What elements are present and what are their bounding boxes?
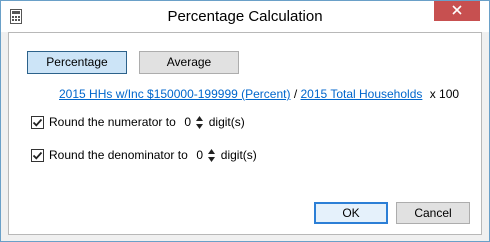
multiplier-label: x 100 <box>429 87 460 101</box>
spin-up-icon[interactable] <box>195 115 203 121</box>
round-denominator-label: Round the denominator to <box>49 148 188 162</box>
round-numerator-label: Round the numerator to <box>49 115 176 129</box>
close-icon <box>452 4 462 18</box>
percentage-calculation-dialog: Percentage Calculation Percentage Averag… <box>0 0 490 242</box>
round-numerator-value[interactable]: 0 <box>183 113 193 131</box>
round-numerator-spinner[interactable] <box>195 115 203 129</box>
round-denominator-value[interactable]: 0 <box>195 146 205 164</box>
tab-average[interactable]: Average <box>139 51 239 74</box>
close-button[interactable] <box>434 1 480 21</box>
round-denominator-suffix: digit(s) <box>220 148 257 162</box>
checkmark-icon <box>32 151 43 160</box>
ok-button[interactable]: OK <box>314 202 388 224</box>
formula-expression: 2015 HHs w/Inc $150000-199999 (Percent) … <box>59 86 459 102</box>
round-denominator-checkbox[interactable] <box>31 148 44 162</box>
tab-percentage[interactable]: Percentage <box>27 51 127 74</box>
spin-up-icon[interactable] <box>207 148 215 154</box>
denominator-link[interactable]: 2015 Total Households <box>301 87 423 101</box>
round-numerator-suffix: digit(s) <box>208 115 245 129</box>
round-denominator-row: Round the denominator to 0 digit(s) <box>31 146 257 164</box>
round-numerator-checkbox[interactable] <box>31 115 44 129</box>
dialog-body: Percentage Average 2015 HHs w/Inc $15000… <box>8 32 482 235</box>
window-title: Percentage Calculation <box>167 8 323 25</box>
cancel-button[interactable]: Cancel <box>396 202 470 224</box>
checkmark-icon <box>32 118 43 127</box>
numerator-link[interactable]: 2015 HHs w/Inc $150000-199999 (Percent) <box>59 87 290 101</box>
spin-down-icon[interactable] <box>207 156 215 162</box>
formula-separator: / <box>290 87 301 101</box>
round-numerator-row: Round the numerator to 0 digit(s) <box>31 113 245 131</box>
round-denominator-spinner[interactable] <box>207 148 215 162</box>
spin-down-icon[interactable] <box>195 123 203 129</box>
title-bar[interactable]: Percentage Calculation <box>1 1 489 32</box>
